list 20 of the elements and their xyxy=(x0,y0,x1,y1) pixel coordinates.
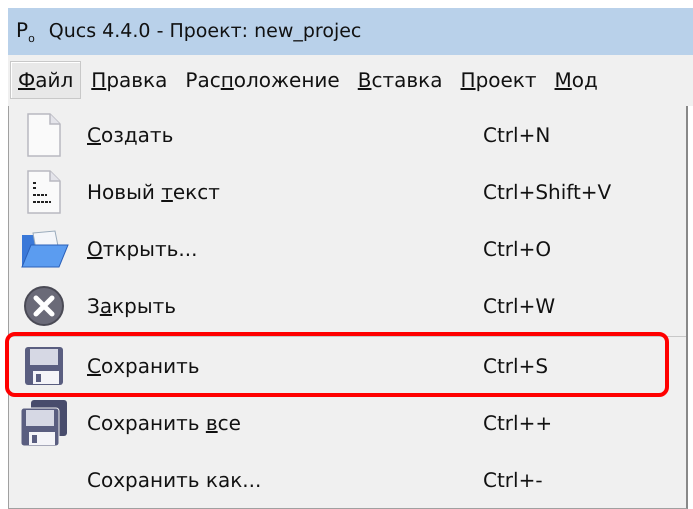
menu-item[interactable]: Закрыть Ctrl+W xyxy=(9,277,686,334)
menu-item[interactable]: Сохранить Ctrl+S xyxy=(9,336,686,394)
menu-item[interactable]: Создать Ctrl+N xyxy=(9,106,686,163)
menu-item[interactable]: Сохранить все Ctrl++ xyxy=(9,394,686,451)
app-logo: P$_{o}$ xyxy=(16,18,35,45)
menu-item[interactable]: Проект xyxy=(452,61,545,100)
menu-item[interactable]: Вставка xyxy=(350,61,451,100)
menu-item[interactable]: Новый текст Ctrl+Shift+V xyxy=(9,163,686,220)
menu-item[interactable]: Файл xyxy=(10,61,82,100)
window-title: Qucs 4.4.0 - Проект: new_projec xyxy=(48,20,362,42)
text-document-icon xyxy=(26,168,62,214)
close-icon xyxy=(23,284,65,326)
menu-item[interactable]: Открыть... Ctrl+O xyxy=(9,220,686,277)
folder-icon xyxy=(19,228,69,268)
floppy-disks-icon xyxy=(19,398,69,448)
menu-item[interactable]: Сохранить как... Ctrl+- xyxy=(9,451,686,508)
menu-item[interactable]: Мод xyxy=(546,61,606,100)
menu-item[interactable]: Расположение xyxy=(177,61,348,100)
document-icon xyxy=(26,112,62,158)
menu-item[interactable]: Правка xyxy=(83,61,176,100)
